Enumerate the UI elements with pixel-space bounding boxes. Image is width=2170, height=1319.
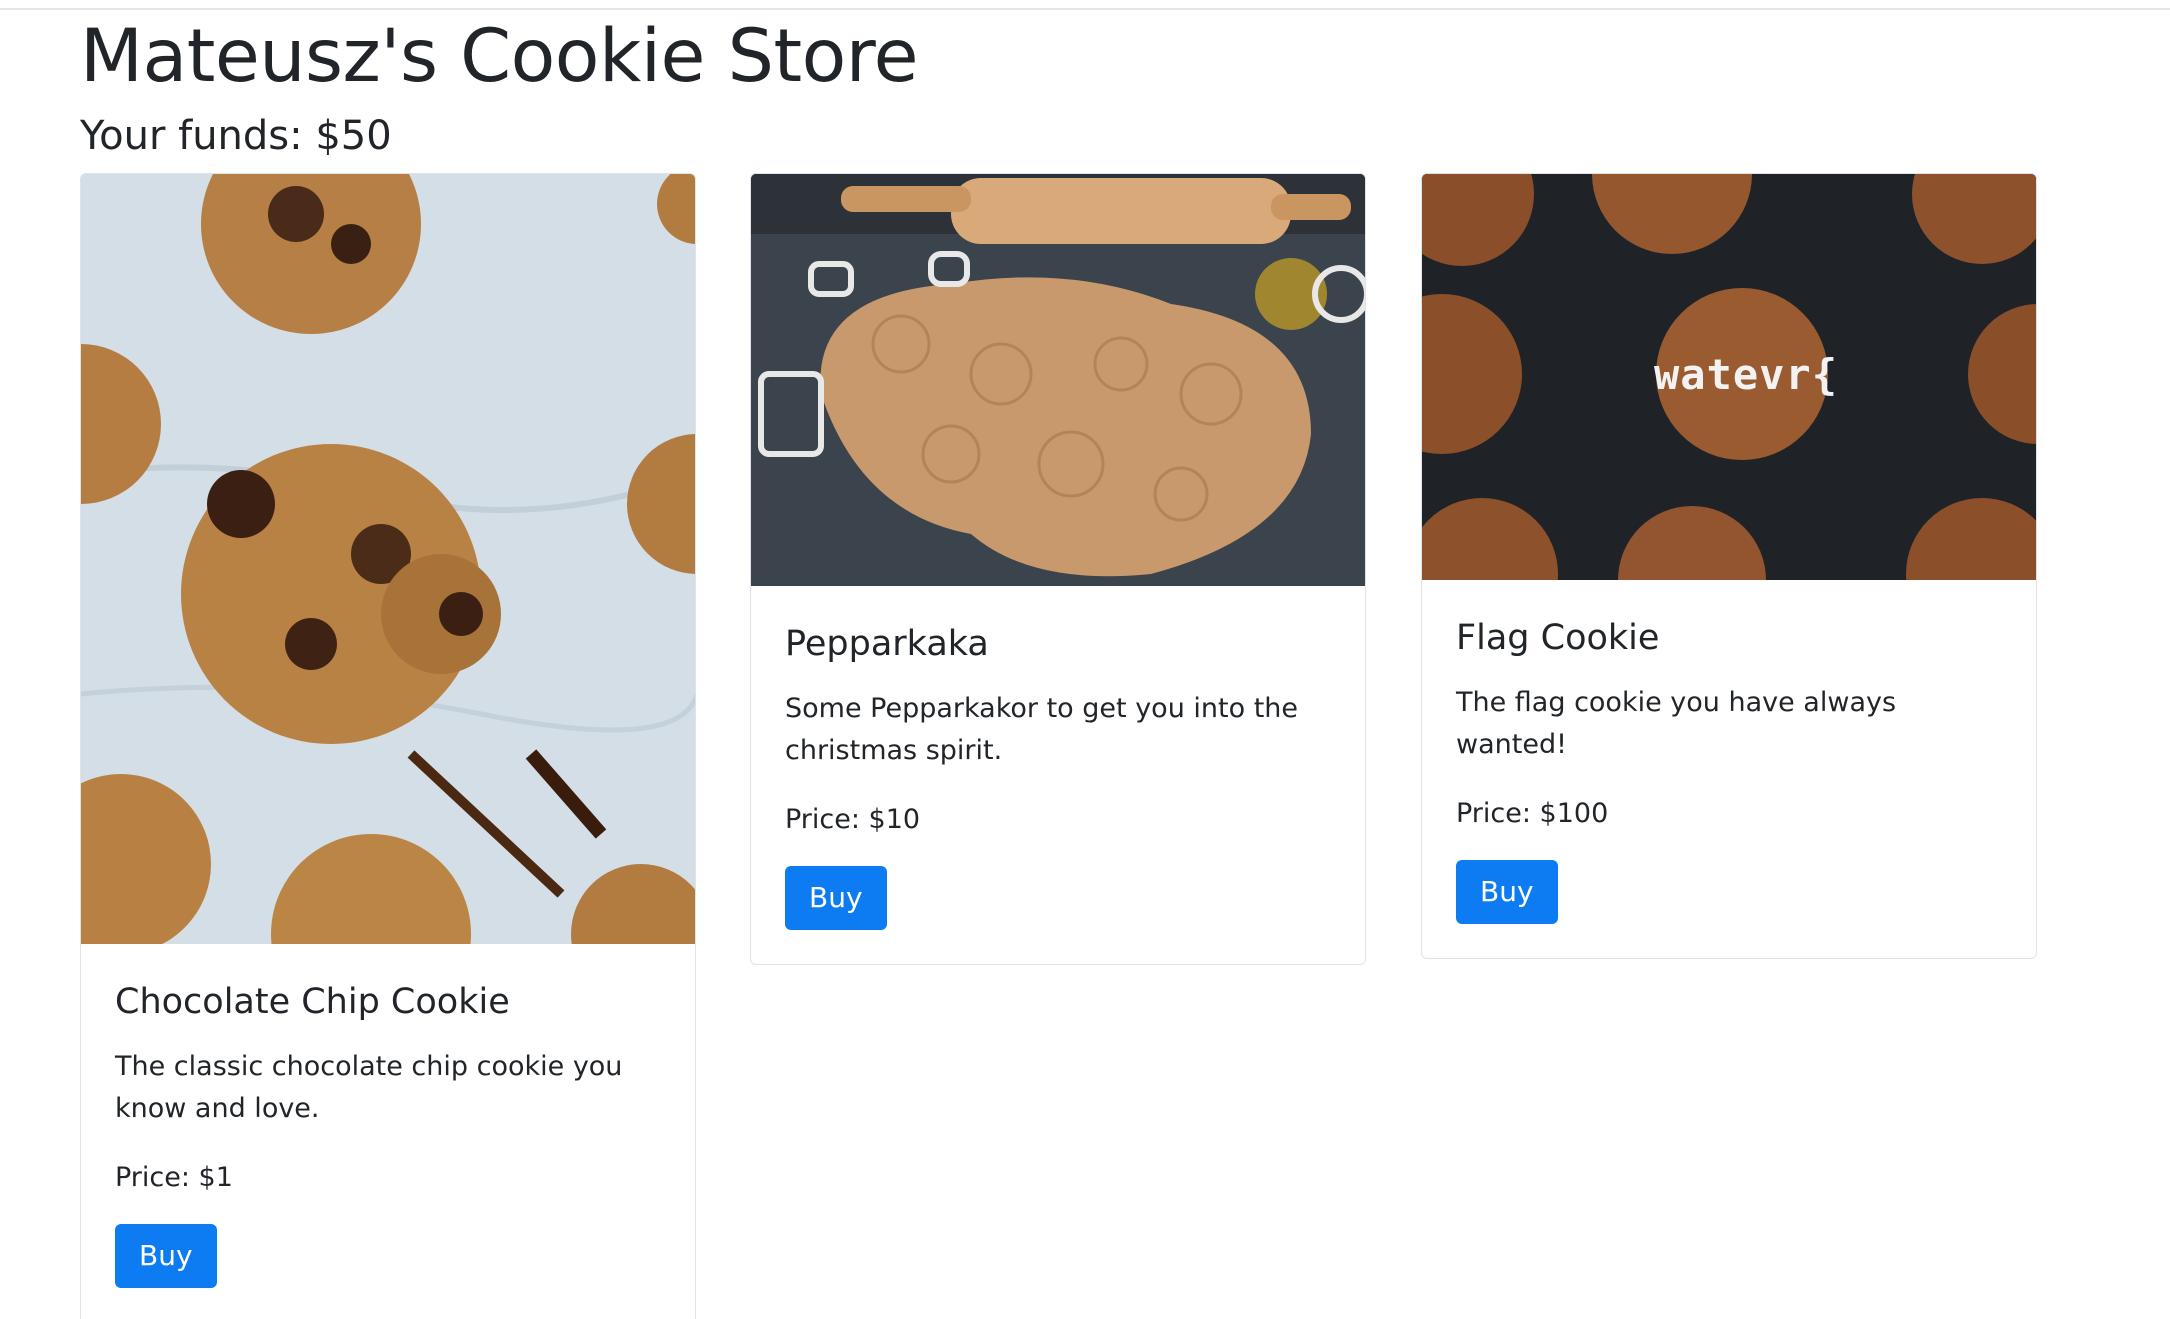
product-name: Flag Cookie (1456, 618, 1660, 658)
product-name: Pepparkaka (785, 624, 989, 664)
buy-button-flag-cookie[interactable]: Buy (1456, 860, 1558, 924)
product-card-flag-cookie: watevr{ Flag Cookie The flag cookie you … (1421, 173, 2037, 959)
product-description: The flag cookie you have always wanted! (1456, 687, 1897, 760)
product-description: The classic chocolate chip cookie you kn… (115, 1051, 623, 1124)
ginger-cookies-image: watevr{ (1422, 174, 2036, 580)
gingerbread-dough-image (751, 174, 1365, 586)
buy-button-chocolate-chip[interactable]: Buy (115, 1224, 217, 1288)
product-card-pepparkaka: Pepparkaka Some Pepparkakor to get you i… (750, 173, 1366, 965)
top-divider (0, 0, 2170, 10)
flag-image-text: watevr{ (1654, 350, 1839, 399)
product-price: Price: $100 (1456, 798, 1609, 829)
product-description: Some Pepparkakor to get you into the chr… (785, 693, 1298, 766)
product-price: Price: $10 (785, 804, 921, 835)
product-name: Chocolate Chip Cookie (115, 982, 510, 1022)
page-title: Mateusz's Cookie Store (80, 14, 919, 99)
product-card-chocolate-chip: Chocolate Chip Cookie The classic chocol… (80, 173, 696, 1319)
product-price: Price: $1 (115, 1162, 233, 1193)
chocolate-chip-cookies-image (81, 174, 695, 944)
buy-button-pepparkaka[interactable]: Buy (785, 866, 887, 930)
funds-display: Your funds: $50 (80, 113, 392, 159)
